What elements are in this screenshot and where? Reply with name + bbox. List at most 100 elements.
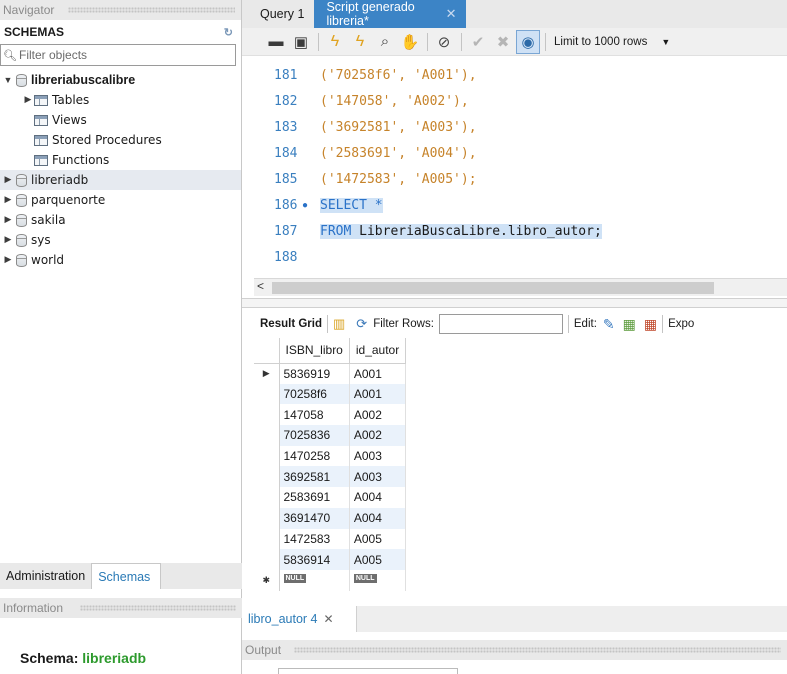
tree-item-functions[interactable]: Functions bbox=[0, 150, 241, 170]
tab-schemas[interactable]: Schemas bbox=[91, 563, 162, 589]
tab-libro-autor-4[interactable]: libro_autor 4 ✕ bbox=[242, 606, 357, 632]
cell-id-autor[interactable]: A002 bbox=[349, 404, 407, 426]
tree-item-views[interactable]: Views bbox=[0, 110, 241, 130]
export-label[interactable]: Expo bbox=[668, 318, 694, 330]
explain-icon[interactable]: ⌕ bbox=[373, 30, 397, 54]
refresh-icon[interactable]: ↻ bbox=[224, 26, 233, 39]
output-select[interactable] bbox=[278, 668, 458, 674]
toolbar-separator bbox=[326, 315, 328, 333]
cell-id-autor[interactable]: A003 bbox=[349, 445, 407, 467]
navigator-header: Navigator bbox=[0, 0, 241, 20]
scrollbar-thumb[interactable] bbox=[272, 282, 714, 294]
header-grip bbox=[68, 7, 235, 13]
column-header-id-autor[interactable]: id_autor bbox=[349, 338, 407, 364]
expand-arrow-icon[interactable]: ▶ bbox=[2, 255, 14, 265]
execute-current-icon[interactable]: ϟ bbox=[348, 30, 372, 54]
cell-isbn[interactable]: 3691470 bbox=[279, 507, 350, 529]
table-row[interactable]: 2583691 A004 bbox=[254, 487, 407, 508]
cell-id-autor-null[interactable]: NULL bbox=[349, 569, 407, 591]
table-row[interactable]: 3692581 A003 bbox=[254, 466, 407, 488]
table-row[interactable]: ▶ 5836919 A001 bbox=[254, 363, 407, 384]
filter-objects-input[interactable] bbox=[19, 48, 219, 62]
tree-item-libreriadb[interactable]: ▶ libreriadb bbox=[0, 170, 241, 190]
information-header: Information bbox=[0, 598, 242, 618]
table-row[interactable]: 70258f6 A001 bbox=[254, 383, 407, 405]
autocommit-toggle-icon[interactable]: ◉ bbox=[516, 29, 540, 54]
table-row[interactable]: 1472583 A005 bbox=[254, 528, 407, 550]
tab-administration[interactable]: Administration bbox=[0, 563, 91, 589]
code-line: 188 bbox=[242, 244, 787, 270]
tree-item-stored-procedures[interactable]: Stored Procedures bbox=[0, 130, 241, 150]
limit-rows-select[interactable]: Limit to 1000 rows ▼ bbox=[554, 36, 670, 48]
save-icon[interactable]: ▣ bbox=[289, 30, 313, 54]
cell-isbn[interactable]: 70258f6 bbox=[279, 383, 350, 405]
result-grid-label[interactable]: Result Grid bbox=[260, 318, 322, 330]
cell-id-autor[interactable]: A004 bbox=[349, 507, 407, 529]
execute-icon[interactable]: ϟ bbox=[323, 30, 347, 54]
expand-arrow-icon[interactable]: ▶ bbox=[2, 195, 14, 205]
cell-id-autor[interactable]: A003 bbox=[349, 466, 407, 488]
commit-icon[interactable]: ✔ bbox=[466, 30, 490, 54]
collapse-arrow-icon[interactable]: ▼ bbox=[2, 75, 14, 85]
cell-isbn-null[interactable]: NULL bbox=[279, 569, 350, 591]
pane-splitter[interactable] bbox=[242, 298, 787, 308]
close-icon[interactable]: ✕ bbox=[446, 6, 457, 22]
tree-item-libreriabuscalibre[interactable]: ▼ libreriabuscalibre bbox=[0, 70, 241, 90]
navigator-bottom-tabs: Administration Schemas bbox=[0, 563, 242, 589]
tab-script-generado[interactable]: Script generado libreria* ✕ bbox=[314, 0, 467, 28]
expand-arrow-icon[interactable]: ▶ bbox=[2, 235, 14, 245]
editor-horizontal-scrollbar[interactable]: < bbox=[254, 278, 787, 296]
cell-isbn[interactable]: 5836919 bbox=[279, 363, 350, 384]
refresh-icon[interactable]: ⟳ bbox=[356, 316, 367, 332]
expand-arrow-icon[interactable]: ▶ bbox=[22, 95, 34, 105]
expand-arrow-icon[interactable]: ▶ bbox=[2, 215, 14, 225]
column-header-isbn[interactable]: ISBN_libro bbox=[279, 338, 350, 364]
edit-row-icon[interactable]: ✎ bbox=[603, 316, 615, 333]
tree-item-parquenorte[interactable]: ▶ parquenorte bbox=[0, 190, 241, 210]
tree-item-sys[interactable]: ▶ sys bbox=[0, 230, 241, 250]
filter-objects-field[interactable]: 🔍︎ bbox=[0, 44, 236, 66]
tree-item-label: sakila bbox=[31, 213, 66, 227]
tab-query-1[interactable]: Query 1 bbox=[250, 0, 314, 28]
table-row[interactable]: 1470258 A003 bbox=[254, 445, 407, 467]
cell-id-autor[interactable]: A002 bbox=[349, 425, 407, 446]
cell-id-autor[interactable]: A001 bbox=[349, 363, 407, 384]
grid-icon[interactable]: ▥ bbox=[333, 316, 345, 332]
close-icon[interactable]: ✕ bbox=[324, 612, 334, 626]
new-row[interactable]: ✱ NULL NULL bbox=[254, 569, 407, 591]
row-header-corner bbox=[254, 338, 280, 364]
code-text: ('70258f6', 'A001'), bbox=[320, 67, 477, 83]
toggle-error-icon[interactable]: ⊘ bbox=[432, 30, 456, 54]
tree-item-world[interactable]: ▶ world bbox=[0, 250, 241, 270]
tree-item-tables[interactable]: ▶ Tables bbox=[0, 90, 241, 110]
schema-tree: ▼ libreriabuscalibre ▶ Tables Views Stor… bbox=[0, 70, 241, 270]
cell-isbn[interactable]: 7025836 bbox=[279, 425, 350, 446]
rollback-icon[interactable]: ✖ bbox=[491, 30, 515, 54]
table-row[interactable]: 7025836 A002 bbox=[254, 425, 407, 446]
delete-row-icon[interactable]: ▦ bbox=[644, 316, 657, 333]
cell-id-autor[interactable]: A005 bbox=[349, 528, 407, 550]
stop-icon[interactable]: ✋ bbox=[398, 30, 422, 54]
cell-isbn[interactable]: 2583691 bbox=[279, 487, 350, 508]
schema-info-label: Schema: bbox=[20, 650, 79, 666]
cell-isbn[interactable]: 147058 bbox=[279, 404, 350, 426]
cell-isbn[interactable]: 1472583 bbox=[279, 528, 350, 550]
sql-editor[interactable]: 181 ('70258f6', 'A001'), 182 ('147058', … bbox=[242, 62, 787, 278]
tree-item-sakila[interactable]: ▶ sakila bbox=[0, 210, 241, 230]
expand-arrow-icon[interactable]: ▶ bbox=[2, 175, 14, 185]
cell-isbn[interactable]: 1470258 bbox=[279, 445, 350, 467]
information-title: Information bbox=[3, 601, 64, 615]
chevron-left-icon[interactable]: < bbox=[257, 279, 264, 293]
open-file-icon[interactable]: ▬ bbox=[264, 30, 288, 54]
cell-id-autor[interactable]: A001 bbox=[349, 383, 407, 405]
cell-isbn[interactable]: 5836914 bbox=[279, 549, 350, 570]
table-row[interactable]: 5836914 A005 bbox=[254, 549, 407, 570]
tab-label: Schemas bbox=[98, 569, 151, 584]
cell-id-autor[interactable]: A004 bbox=[349, 487, 407, 508]
cell-id-autor[interactable]: A005 bbox=[349, 549, 407, 570]
cell-isbn[interactable]: 3692581 bbox=[279, 466, 350, 488]
table-row[interactable]: 3691470 A004 bbox=[254, 507, 407, 529]
filter-rows-input[interactable] bbox=[438, 314, 563, 334]
add-row-icon[interactable]: ▦ bbox=[623, 316, 636, 333]
table-row[interactable]: 147058 A002 bbox=[254, 404, 407, 426]
